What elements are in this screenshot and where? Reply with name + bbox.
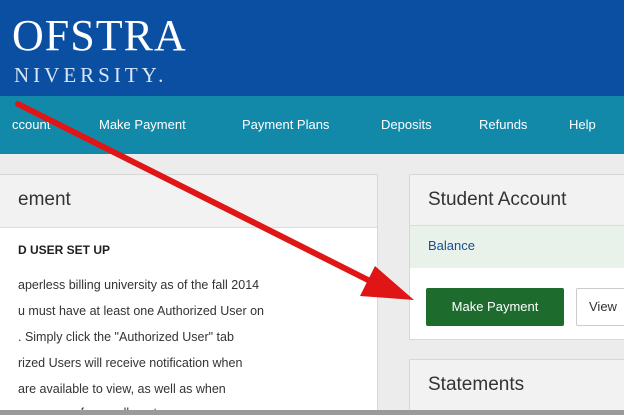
balance-row: Balance (410, 226, 624, 268)
site-header: OFSTRA NIVERSITY. (0, 0, 624, 96)
nav-item-refunds[interactable]: Refunds (479, 96, 527, 154)
announcement-line: . Simply click the "Authorized User" tab (18, 330, 234, 344)
page: OFSTRA NIVERSITY. ccount Make Payment Pa… (0, 0, 624, 415)
statements-title: Statements (428, 374, 525, 395)
nav-item-deposits[interactable]: Deposits (381, 96, 432, 154)
nav-item-account[interactable]: ccount (12, 96, 50, 154)
announcement-line: are available to view, as well as when (18, 382, 226, 396)
balance-label: Balance (428, 238, 475, 253)
nav-item-make-payment[interactable]: Make Payment (99, 96, 186, 154)
announcement-panel: ement D USER SET UP aperless billing uni… (0, 174, 378, 415)
announcement-line: u must have at least one Authorized User… (18, 304, 264, 318)
view-button[interactable]: View (576, 288, 624, 326)
announcement-line: aperless billing university as of the fa… (18, 278, 260, 292)
nav-item-help[interactable]: Help (569, 96, 596, 154)
bottom-divider (0, 410, 624, 415)
student-account-title: Student Account (428, 189, 567, 210)
nav-item-payment-plans[interactable]: Payment Plans (242, 96, 329, 154)
announcement-panel-header: ement (0, 175, 377, 228)
student-account-header: Student Account (410, 175, 624, 226)
announcement-line: rized Users will receive notification wh… (18, 356, 243, 370)
university-logo-line2[interactable]: NIVERSITY. (14, 64, 167, 86)
student-account-panel: Student Account Balance Make Payment Vie… (409, 174, 624, 340)
university-logo-line1[interactable]: OFSTRA (12, 14, 187, 58)
main-nav: ccount Make Payment Payment Plans Deposi… (0, 96, 624, 154)
statements-panel: Statements (409, 359, 624, 415)
announcement-subtitle: D USER SET UP (18, 243, 111, 257)
make-payment-button[interactable]: Make Payment (426, 288, 564, 326)
announcement-panel-title: ement (18, 189, 71, 210)
